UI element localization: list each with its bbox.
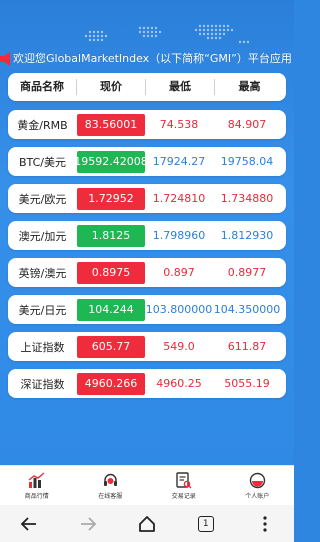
header-high: 最高 [238, 80, 261, 93]
current-price: 0.8975 [77, 261, 145, 284]
announcement-text: 欢迎您GlobalMarketIndex（以下简称“GMI”）平台应用 [13, 52, 292, 65]
nav-item-market[interactable]: 商品行情 [0, 466, 74, 505]
table-row[interactable]: 英镑/澳元 0.8975 0.897 0.8977 [8, 258, 286, 287]
row-name: 英镑/澳元 [18, 266, 67, 280]
header-low: 最低 [146, 79, 215, 95]
browser-toolbar: 1 [0, 505, 294, 542]
low-price: 17924.27 [152, 155, 206, 168]
low-price: 549.0 [163, 340, 195, 353]
back-arrow-icon [21, 516, 37, 531]
table-row[interactable]: 深证指数 4960.266 4960.25 5055.19 [8, 369, 286, 398]
table-row[interactable]: 黄金/RMB 83.56001 74.538 84.907 [8, 110, 286, 139]
header-name: 商品名称 [8, 79, 77, 95]
low-price: 0.897 [163, 266, 195, 279]
low-price: 4960.25 [156, 377, 202, 390]
high-price: 0.8977 [227, 266, 267, 279]
tab-count: 1 [197, 515, 214, 532]
table-row[interactable]: 美元/欧元 1.72952 1.724810 1.734880 [8, 184, 286, 213]
row-name: 黄金/RMB [17, 118, 68, 132]
headset-icon [103, 473, 117, 486]
back-button[interactable] [9, 509, 49, 539]
table-row[interactable]: 澳元/加元 1.8125 1.798960 1.812930 [8, 221, 286, 250]
nav-label: 个人账户 [245, 492, 270, 500]
high-price: 19758.04 [220, 155, 274, 168]
speaker-icon [0, 51, 10, 66]
home-button[interactable] [127, 509, 167, 539]
menu-button[interactable] [245, 509, 285, 539]
current-price: 1.8125 [77, 224, 145, 247]
home-icon [139, 515, 155, 532]
row-name: 澳元/加元 [18, 229, 67, 243]
row-name: BTC/美元 [18, 155, 66, 169]
current-price: 1.72952 [77, 187, 145, 210]
tabs-button[interactable]: 1 [186, 509, 226, 539]
low-price: 1.798960 [152, 229, 206, 242]
current-price: 19592.42008 [74, 150, 148, 173]
current-price: 83.56001 [77, 113, 145, 136]
nav-label: 在线客服 [98, 492, 123, 500]
high-price: 84.907 [227, 118, 267, 131]
table-row[interactable]: 上证指数 605.77 549.0 611.87 [8, 332, 286, 361]
header-price: 现价 [77, 79, 146, 95]
low-price: 1.724810 [152, 192, 206, 205]
high-price: 611.87 [227, 340, 267, 353]
account-icon [249, 472, 265, 488]
row-name: 上证指数 [20, 340, 65, 354]
high-price: 1.734880 [220, 192, 274, 205]
bottom-nav: 商品行情 在线客服 交易记录 个人账户 [0, 465, 294, 505]
table-header: 商品名称 现价 最低 最高 [8, 73, 286, 101]
nav-label: 交易记录 [171, 492, 196, 500]
current-price: 605.77 [77, 335, 145, 358]
more-vert-icon [262, 515, 267, 532]
table-row[interactable]: 美元/日元 104.244 103.800000 104.350000 [8, 295, 286, 324]
announcement-marquee[interactable]: 欢迎您GlobalMarketIndex（以下简称“GMI”）平台应用 [0, 48, 294, 68]
nav-item-account[interactable]: 个人账户 [221, 466, 295, 505]
low-price: 103.800000 [145, 303, 213, 316]
row-name: 美元/日元 [18, 303, 67, 317]
forward-button[interactable] [68, 509, 108, 539]
high-price: 1.812930 [220, 229, 274, 242]
high-price: 5055.19 [224, 377, 270, 390]
low-price: 74.538 [159, 118, 199, 131]
chart-icon [28, 471, 45, 488]
current-price: 104.244 [77, 298, 145, 321]
row-name: 美元/欧元 [18, 192, 67, 206]
table-row[interactable]: BTC/美元 19592.42008 17924.27 19758.04 [8, 147, 286, 176]
nav-item-service[interactable]: 在线客服 [74, 466, 148, 505]
row-name: 深证指数 [20, 377, 65, 391]
record-icon [176, 471, 192, 488]
nav-label: 商品行情 [24, 492, 49, 500]
forward-arrow-icon [81, 516, 97, 531]
high-price: 104.350000 [213, 303, 281, 316]
current-price: 4960.266 [77, 372, 145, 395]
nav-item-records[interactable]: 交易记录 [147, 466, 221, 505]
